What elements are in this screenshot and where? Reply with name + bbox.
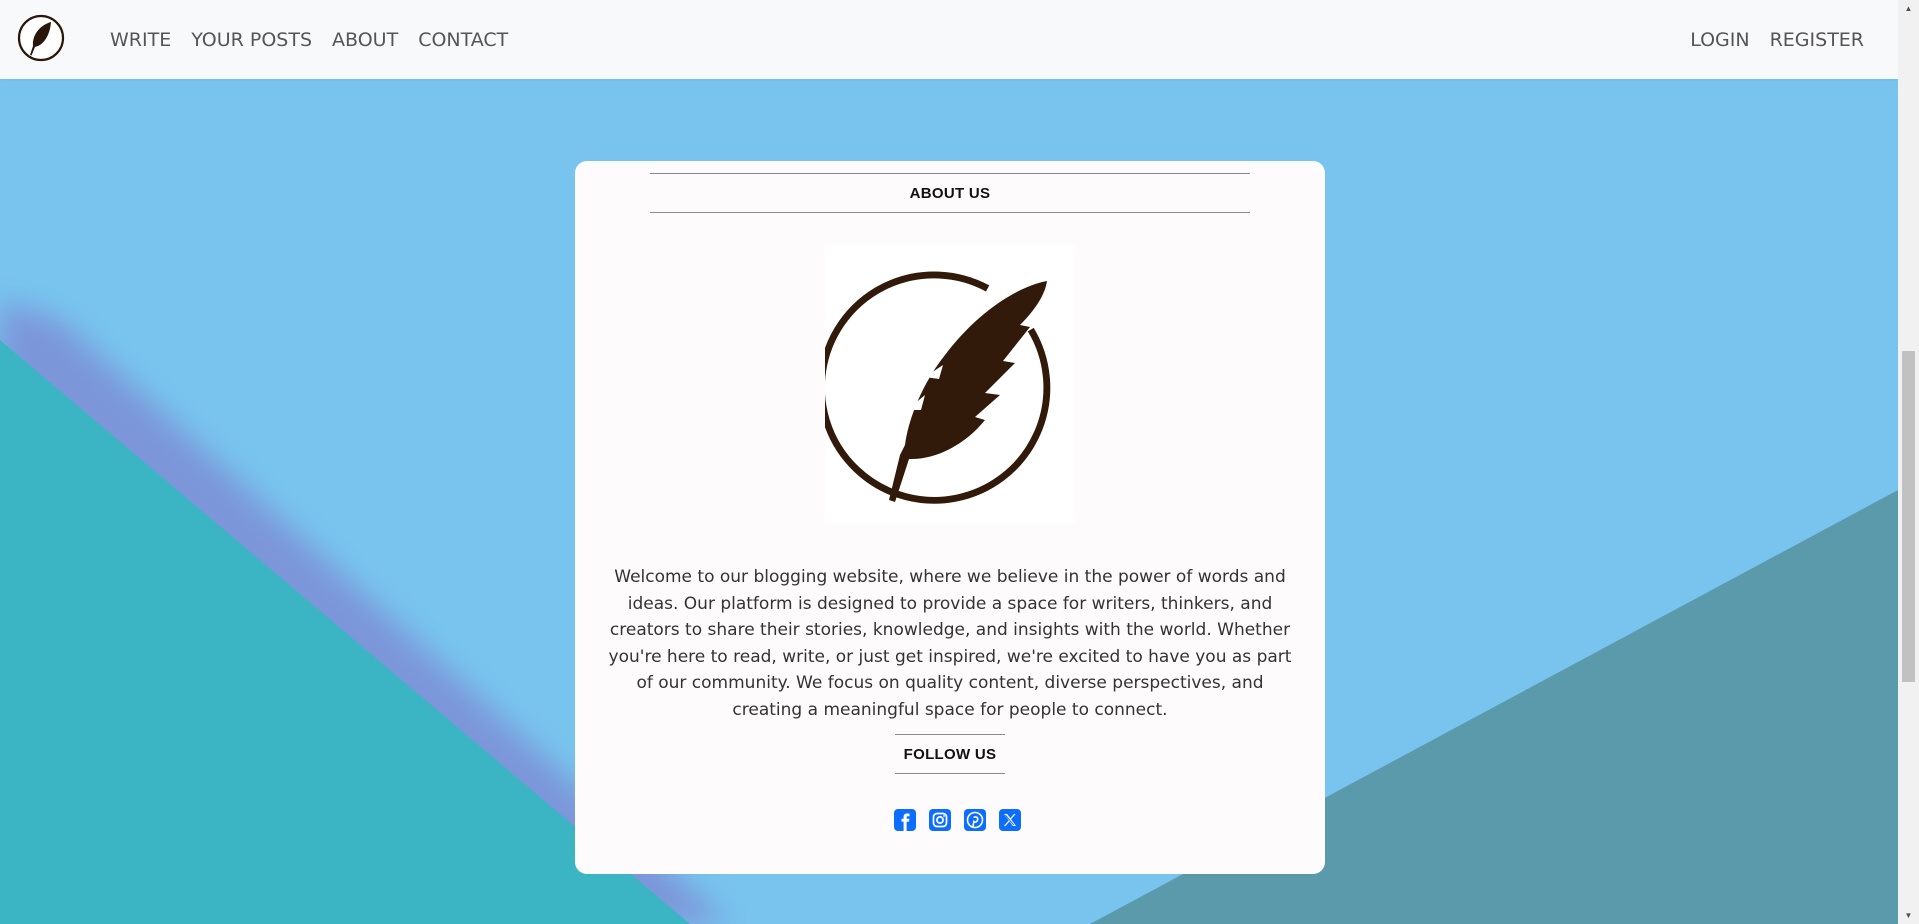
instagram-icon[interactable] xyxy=(928,808,952,832)
nav-register-link[interactable]: REGISTER xyxy=(1760,29,1874,51)
brand-logo-icon[interactable] xyxy=(16,13,66,63)
social-links xyxy=(893,808,1022,832)
nav-your-posts-link[interactable]: YOUR POSTS xyxy=(181,29,322,51)
scroll-up-arrow-icon[interactable]: ▲ xyxy=(1898,0,1919,17)
nav-login-link[interactable]: LOGIN xyxy=(1680,29,1759,51)
facebook-icon[interactable] xyxy=(893,808,917,832)
nav-left-links: WRITE YOUR POSTS ABOUT CONTACT xyxy=(100,0,518,79)
page-scrollbar[interactable]: ▲ ▼ xyxy=(1898,0,1919,924)
scroll-down-arrow-icon[interactable]: ▼ xyxy=(1898,907,1919,924)
feather-circle-logo-icon xyxy=(818,245,1075,523)
scrollbar-thumb[interactable] xyxy=(1902,351,1915,682)
about-us-heading: ABOUT US xyxy=(650,173,1250,213)
pinterest-icon[interactable] xyxy=(963,808,987,832)
nav-write-link[interactable]: WRITE xyxy=(100,29,181,51)
nav-contact-link[interactable]: CONTACT xyxy=(408,29,518,51)
about-card: ABOUT US Welcome to our blogging website… xyxy=(575,161,1325,874)
top-navbar: WRITE YOUR POSTS ABOUT CONTACT LOGIN REG… xyxy=(0,0,1898,79)
about-description: Welcome to our blogging website, where w… xyxy=(608,567,1292,720)
follow-us-heading: FOLLOW US xyxy=(895,734,1005,774)
x-twitter-icon[interactable] xyxy=(998,808,1022,832)
nav-about-link[interactable]: ABOUT xyxy=(322,29,408,51)
nav-right-links: LOGIN REGISTER xyxy=(1680,0,1874,79)
